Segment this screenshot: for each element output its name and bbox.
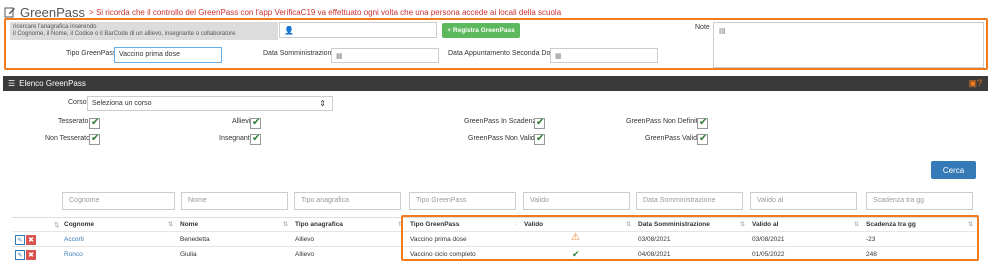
elenco-header: ☰ Elenco GreenPass ▣? [3, 76, 988, 91]
filter-cognome[interactable]: Cognome [62, 192, 175, 210]
in-scadenza-label: GreenPass In Scadenza [464, 118, 540, 125]
help-icon[interactable]: ▣? [968, 78, 982, 89]
filter-tipo-anagrafica[interactable]: Tipo anagrafica [294, 192, 401, 210]
table-cell-cognome[interactable]: Ronco [60, 248, 87, 262]
tesserato-checkbox[interactable] [89, 117, 100, 129]
page-note: > Si ricorda che il controllo del GreenP… [89, 7, 562, 17]
edit-icon [4, 7, 15, 18]
data-somministrazione-label: Data Somministrazione [263, 50, 336, 57]
tipo-greenpass-input[interactable]: Vaccino prima dose [114, 47, 222, 63]
table-cell-nome: Giulia [180, 251, 197, 258]
insegnanti-label: Insegnanti [219, 135, 252, 142]
filter-data-somministrazione[interactable]: Data Somministrazione [636, 192, 743, 210]
non-tesserato-checkbox[interactable] [89, 133, 100, 145]
in-scadenza-checkbox[interactable] [534, 117, 545, 129]
allievi-label: Allievi [232, 118, 251, 125]
non-tesserato-label: Non Tesserato [45, 135, 91, 142]
table-cell-tipo-anagrafica: Allievo [295, 236, 315, 243]
table-cell-tipo-anagrafica: Allievo [295, 251, 315, 258]
col-cognome[interactable]: Cognome ⇅ [60, 218, 176, 231]
chevron-updown-icon: ⇕ [319, 99, 326, 108]
allievi-checkbox[interactable] [250, 117, 261, 129]
valido-checkbox[interactable] [697, 133, 708, 145]
data-somministrazione-input[interactable]: ▦ [331, 48, 439, 63]
corso-select[interactable]: Seleziona un corso ⇕ [87, 96, 333, 111]
col-tipo-anagrafica[interactable]: Tipo anagrafica ⇅ [291, 218, 406, 231]
data-appuntamento-label: Data Appuntamento Seconda Dose [448, 50, 558, 57]
table-highlight [401, 215, 979, 261]
delete-icon[interactable]: ✖ [26, 250, 36, 260]
calendar-icon: ▦ [555, 53, 562, 60]
filter-nome[interactable]: Nome [181, 192, 288, 210]
data-appuntamento-input[interactable]: ▦ [550, 48, 658, 63]
register-greenpass-button[interactable]: + Registra GreenPass [442, 23, 520, 38]
valido-label: GreenPass Valido [645, 135, 701, 142]
filter-valido-al[interactable]: Valido al [750, 192, 857, 210]
edit-icon[interactable]: ✎ [15, 250, 25, 260]
insegnanti-checkbox[interactable] [250, 133, 261, 145]
elenco-title: Elenco GreenPass [19, 79, 86, 88]
user-icon: 👤 [284, 26, 294, 35]
non-valido-label: GreenPass Non Valido [468, 135, 539, 142]
filter-valido[interactable]: Valido [523, 192, 630, 210]
delete-icon[interactable]: ✖ [26, 235, 36, 245]
calendar-icon: ▦ [336, 53, 343, 60]
search-help-text: ricercare l'anagrafica inserendo il Cogn… [10, 22, 278, 40]
tipo-greenpass-label: Tipo GreenPass [66, 50, 117, 57]
list-icon: ☰ [8, 79, 16, 88]
filter-tipo-greenpass[interactable]: Tipo GreenPass [409, 192, 516, 210]
non-valido-checkbox[interactable] [534, 133, 545, 145]
corso-label: Corso [68, 99, 87, 106]
col-nome[interactable]: Nome ⇅ [176, 218, 291, 231]
non-definito-checkbox[interactable] [697, 117, 708, 129]
table-cell-cognome[interactable]: Accorti [60, 233, 88, 247]
cerca-button[interactable]: Cerca [931, 161, 976, 179]
note-label: Note [695, 24, 710, 31]
edit-icon[interactable]: ✎ [15, 235, 25, 245]
filter-scadenza[interactable]: Scadenza tra gg [866, 192, 973, 210]
note-icon: ▤ [719, 28, 726, 35]
note-field[interactable]: ▤ [713, 22, 984, 68]
non-definito-label: GreenPass Non Definito [626, 118, 702, 125]
table-cell-nome: Benedetta [180, 236, 210, 243]
tesserato-label: Tesserato [58, 118, 89, 125]
search-input[interactable]: 👤 [279, 22, 437, 38]
